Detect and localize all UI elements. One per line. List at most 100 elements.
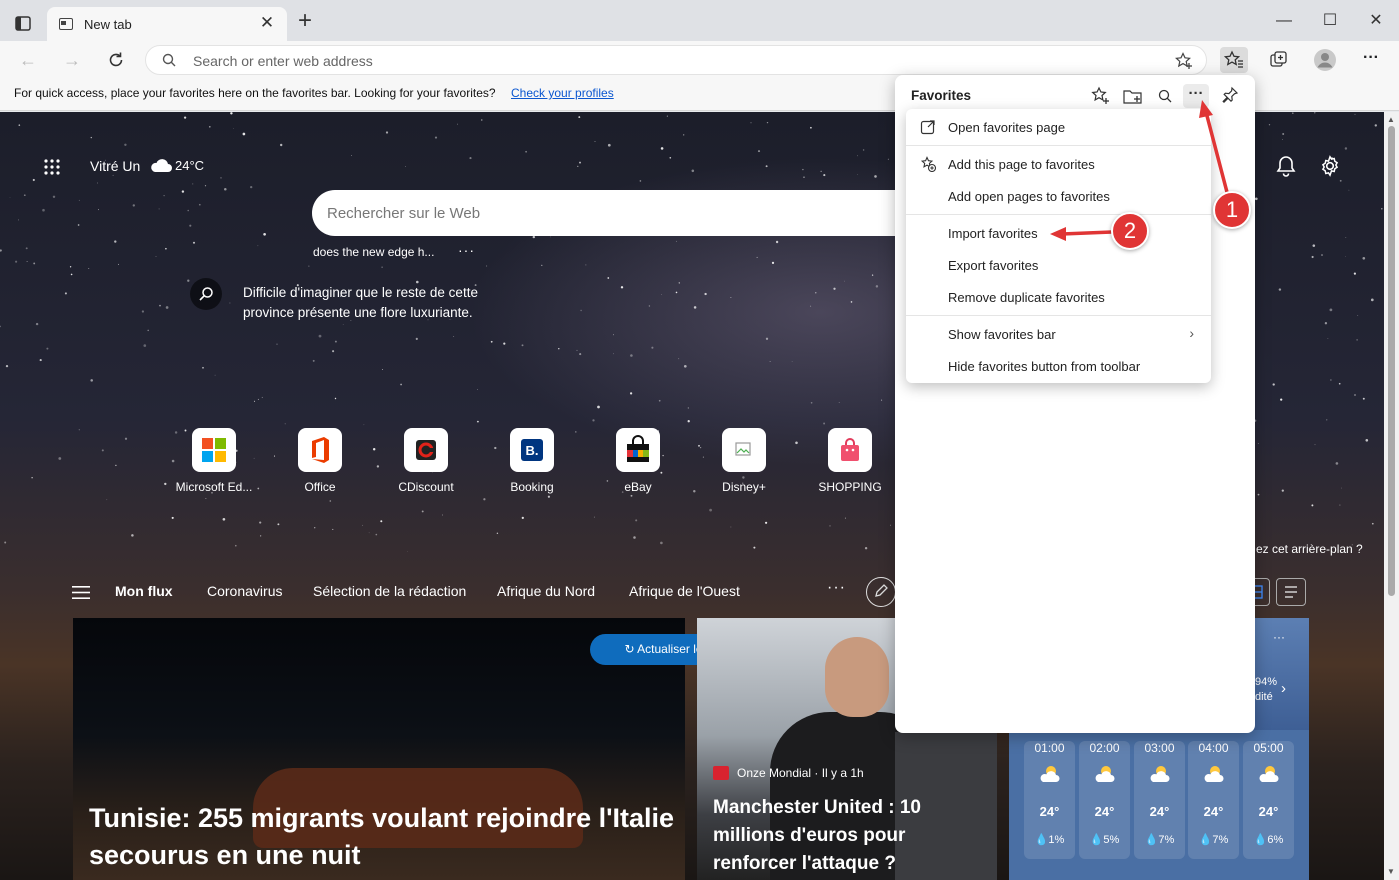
- star-dot: [334, 340, 337, 343]
- menu-add-open-pages[interactable]: Add open pages to favorites: [906, 181, 1211, 211]
- feed-tab-afrique-de-louest[interactable]: Afrique de l'Ouest: [629, 583, 740, 599]
- new-tab-button[interactable]: +: [293, 9, 317, 33]
- gear-icon[interactable]: [1319, 155, 1341, 177]
- star-dot: [372, 448, 376, 451]
- star-dot: [1339, 504, 1341, 506]
- star-dot: [525, 150, 527, 153]
- star-dot: [709, 508, 712, 512]
- profile-button[interactable]: [1311, 47, 1339, 73]
- maximize-icon[interactable]: ☐: [1310, 8, 1350, 34]
- collections-button[interactable]: [1265, 47, 1293, 73]
- tab-actions-button[interactable]: [10, 12, 36, 36]
- quick-link-ebay[interactable]: eBay: [590, 428, 686, 494]
- star-dot: [64, 292, 67, 295]
- main-headline[interactable]: Tunisie: 255 migrants voulant rejoindre …: [89, 800, 689, 874]
- address-input[interactable]: [193, 51, 1093, 71]
- close-window-icon[interactable]: ✕: [1356, 8, 1396, 34]
- star-dot: [629, 392, 633, 395]
- quick-link-tile: [722, 428, 766, 472]
- refresh-button[interactable]: [104, 49, 128, 71]
- pin-favorites-button[interactable]: [1217, 84, 1243, 108]
- star-dot: [1348, 189, 1350, 191]
- chevron-right-icon: ›: [1189, 325, 1194, 341]
- star-dot: [651, 346, 654, 349]
- quick-link-shopping[interactable]: SHOPPING: [802, 428, 898, 494]
- back-icon[interactable]: ←: [16, 49, 40, 71]
- notifications-bell-icon[interactable]: [1276, 155, 1296, 177]
- weather-location[interactable]: Vitré Un: [90, 158, 140, 174]
- quick-link-cdiscount[interactable]: CDiscount: [378, 428, 474, 494]
- star-dot: [259, 521, 262, 524]
- page-scrollbar[interactable]: ▲ ▼: [1384, 112, 1399, 880]
- star-dot: [114, 240, 117, 243]
- scrollbar-thumb[interactable]: [1388, 126, 1395, 596]
- app-launcher-icon[interactable]: [43, 158, 61, 176]
- sport-headline[interactable]: Manchester United : 10 millions d'euros …: [713, 794, 983, 878]
- quick-link-disney-plus[interactable]: Disney+: [696, 428, 792, 494]
- caption-more-icon[interactable]: ···: [458, 242, 475, 258]
- feed-tab-coronavirus[interactable]: Coronavirus: [207, 583, 282, 599]
- hourly-forecast-item[interactable]: 03:00 24° 💧7%: [1134, 741, 1185, 859]
- add-folder-button[interactable]: [1120, 84, 1146, 108]
- favorites-button[interactable]: [1220, 47, 1248, 73]
- search-favorites-button[interactable]: [1152, 84, 1178, 108]
- close-tab-icon[interactable]: ✕: [257, 13, 277, 33]
- forecast-temperature: 24°: [1258, 804, 1279, 819]
- image-info-button[interactable]: [190, 278, 222, 310]
- menu-import-favorites[interactable]: Import favorites: [906, 218, 1211, 248]
- star-dot: [187, 209, 189, 212]
- background-fact-text[interactable]: Difficile d'imaginer que le reste de cet…: [243, 283, 513, 323]
- menu-show-favorites-bar[interactable]: Show favorites bar ›: [906, 319, 1211, 349]
- address-bar[interactable]: [145, 45, 1207, 75]
- hourly-forecast-item[interactable]: 05:00 24° 💧6%: [1243, 741, 1294, 859]
- scroll-down-arrow-icon[interactable]: ▼: [1387, 867, 1395, 876]
- star-dot: [769, 361, 771, 362]
- booking-logo-icon: B.: [521, 439, 543, 461]
- menu-open-favorites-page[interactable]: Open favorites page: [906, 112, 1211, 142]
- star-dot: [171, 516, 174, 519]
- feed-tab-mon-flux[interactable]: Mon flux: [115, 583, 173, 599]
- svg-text:B.: B.: [526, 443, 539, 458]
- background-image-caption[interactable]: does the new edge h...: [313, 245, 434, 259]
- external-link-icon: [920, 120, 935, 135]
- add-favorite-star-icon[interactable]: [1174, 51, 1194, 71]
- hamburger-menu-icon[interactable]: [72, 586, 90, 599]
- quick-link-microsoft-edge[interactable]: Microsoft Ed...: [166, 428, 262, 494]
- check-profiles-link[interactable]: Check your profiles: [511, 86, 614, 100]
- scroll-up-arrow-icon[interactable]: ▲: [1387, 115, 1395, 124]
- layout-list-button[interactable]: [1276, 578, 1306, 606]
- star-dot: [158, 208, 160, 210]
- menu-add-this-page[interactable]: Add this page to favorites: [906, 149, 1211, 179]
- add-this-page-to-favorites-button[interactable]: [1088, 84, 1114, 108]
- web-search-box[interactable]: [312, 190, 932, 236]
- feed-tab-selection[interactable]: Sélection de la rédaction: [313, 583, 466, 599]
- forward-icon[interactable]: →: [60, 49, 84, 71]
- hourly-forecast-item[interactable]: 02:00 24° 💧5%: [1079, 741, 1130, 859]
- weather-temperature[interactable]: 24°C: [175, 158, 204, 173]
- quick-link-tile: [192, 428, 236, 472]
- menu-item-label: Add this page to favorites: [948, 157, 1095, 172]
- web-search-input[interactable]: [327, 203, 887, 223]
- settings-and-more-icon[interactable]: ···: [1357, 47, 1385, 73]
- minimize-icon[interactable]: —: [1264, 8, 1304, 34]
- feed-more-icon[interactable]: ···: [827, 579, 846, 597]
- star-dot: [1311, 255, 1314, 259]
- star-dot: [1345, 256, 1346, 257]
- hourly-forecast-item[interactable]: 04:00 24° 💧7%: [1188, 741, 1239, 859]
- background-feedback-link[interactable]: ez cet arrière-plan ?: [1256, 542, 1363, 556]
- menu-export-favorites[interactable]: Export favorites: [906, 250, 1211, 280]
- feed-tab-afrique-du-nord[interactable]: Afrique du Nord: [497, 583, 595, 599]
- star-dot: [874, 175, 877, 178]
- quick-link-office[interactable]: Office: [272, 428, 368, 494]
- quick-link-booking[interactable]: B. Booking: [484, 428, 580, 494]
- personalize-feed-button[interactable]: [866, 577, 896, 607]
- star-dot: [635, 519, 638, 522]
- tab-new-tab[interactable]: New tab ✕: [47, 7, 287, 41]
- weather-chevron-right-icon[interactable]: ›: [1281, 680, 1286, 697]
- more-options-icon[interactable]: ···: [1183, 84, 1209, 108]
- star-dot: [850, 301, 853, 303]
- menu-remove-duplicates[interactable]: Remove duplicate favorites: [906, 282, 1211, 312]
- menu-hide-favorites-button[interactable]: Hide favorites button from toolbar: [906, 351, 1211, 381]
- weather-more-icon[interactable]: ···: [1273, 630, 1285, 644]
- hourly-forecast-item[interactable]: 01:00 24° 💧1%: [1024, 741, 1075, 859]
